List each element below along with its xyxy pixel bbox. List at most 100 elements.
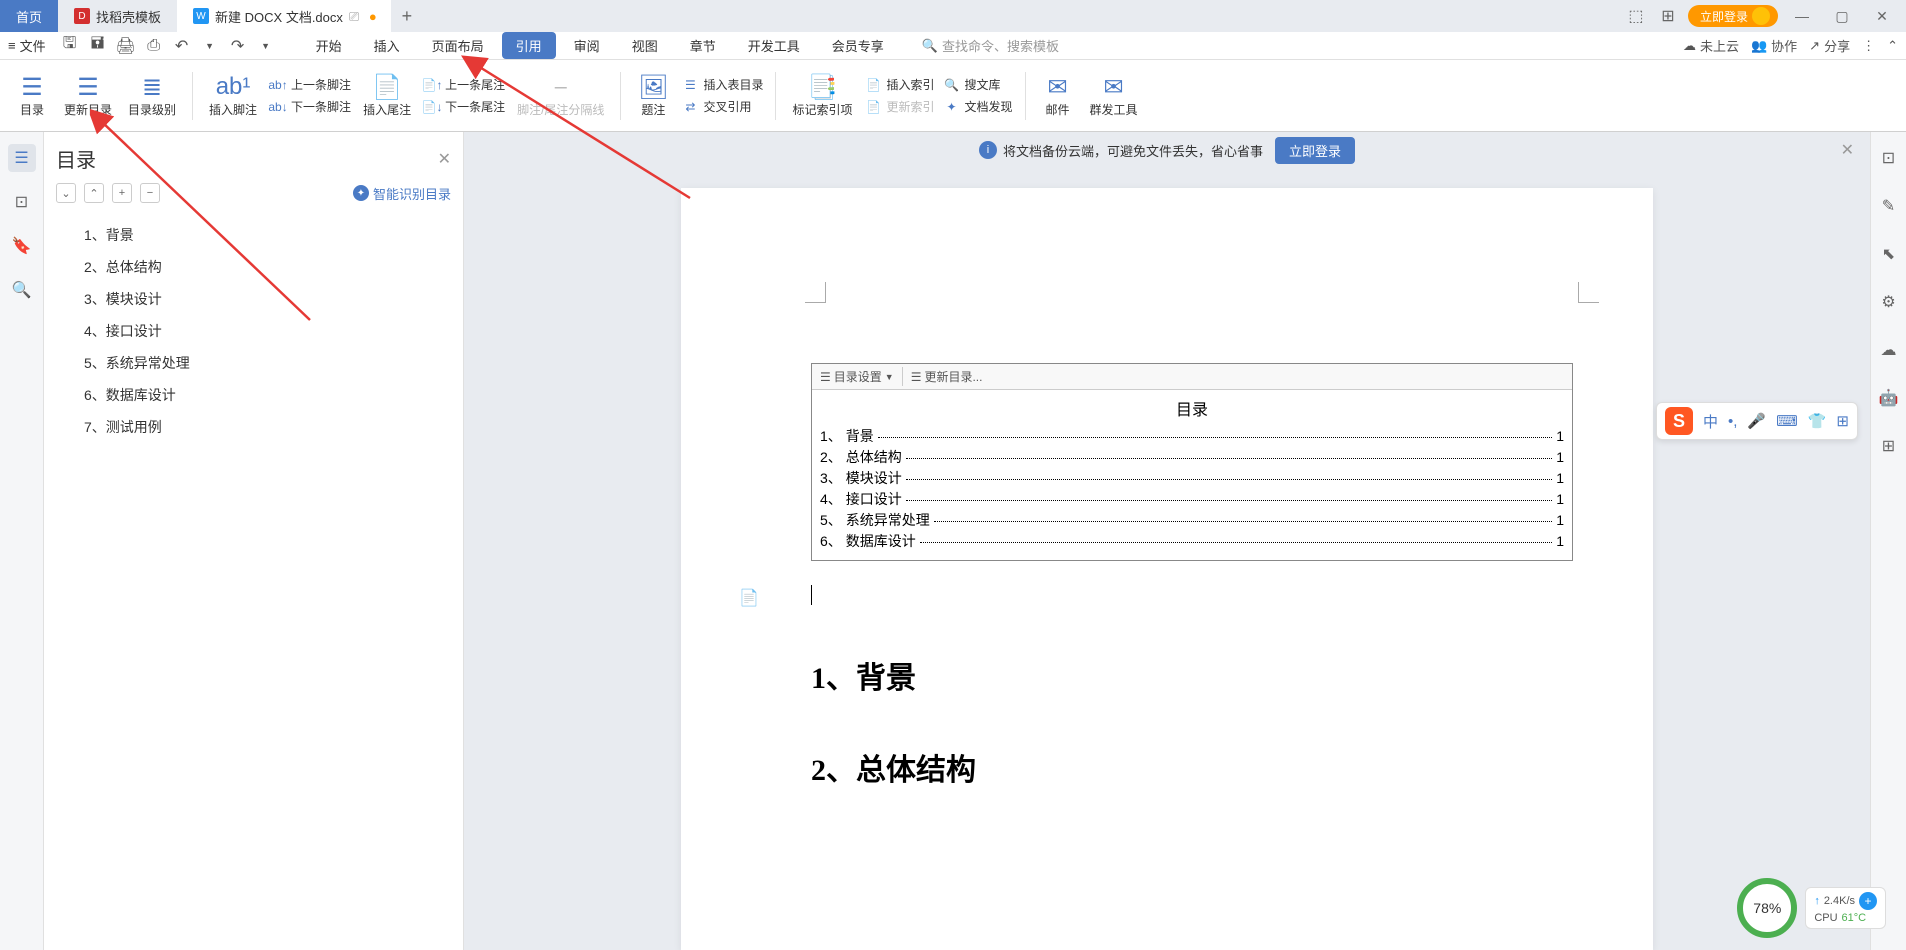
ime-toolbox-icon[interactable]: ⊞ [1836, 412, 1849, 430]
collab-button[interactable]: 👥 协作 [1751, 36, 1797, 55]
outline-item[interactable]: 1、背景 [56, 219, 451, 251]
search-docs-button[interactable]: 🔍搜文库 [942, 76, 1012, 94]
outline-rail-button[interactable]: ☰ [8, 144, 36, 172]
print-icon[interactable]: 🖨 [114, 34, 138, 58]
update-toc-button[interactable]: ☰ 更新目录 [60, 71, 116, 120]
doc-discover-button[interactable]: ✦文档发现 [942, 98, 1012, 116]
monitor-icon[interactable]: ⎚ [349, 9, 363, 23]
ime-lang[interactable]: 中 [1703, 411, 1718, 432]
tab-references[interactable]: 引用 [502, 32, 556, 59]
file-menu[interactable]: ≡ 文件 [8, 36, 46, 55]
layout-icon[interactable]: ⬚ [1624, 4, 1648, 28]
new-tab-button[interactable]: + [391, 6, 423, 27]
system-monitor[interactable]: 78% ↑ 2.4K/s + CPU 61°C [1737, 878, 1886, 938]
edit-icon[interactable]: ✎ [1875, 192, 1903, 220]
maximize-button[interactable]: ▢ [1826, 4, 1858, 28]
tab-start[interactable]: 开始 [302, 32, 356, 59]
expand-all-button[interactable]: ⌄ [56, 183, 76, 203]
tab-insert[interactable]: 插入 [360, 32, 414, 59]
prev-endnote-button[interactable]: 📄↑上一条尾注 [423, 76, 505, 94]
apps-icon[interactable]: ⊞ [1656, 4, 1680, 28]
toc-entry[interactable]: 5、系统异常处理1 [820, 510, 1564, 531]
toc-settings-button[interactable]: ☰目录设置▼ [816, 367, 898, 386]
share-button[interactable]: ↗ 分享 [1809, 36, 1850, 55]
outline-item[interactable]: 5、系统异常处理 [56, 347, 451, 379]
ime-punct-icon[interactable]: •, [1728, 413, 1737, 430]
ime-toolbar[interactable]: S 中 •, 🎤 ⌨ 👕 ⊞ [1656, 402, 1858, 440]
add-section-button[interactable]: + [112, 183, 132, 203]
cloud-close-button[interactable]: ✕ [1841, 140, 1854, 160]
grid-icon[interactable]: ⊞ [1875, 432, 1903, 460]
tab-page-layout[interactable]: 页面布局 [418, 32, 498, 59]
robot-icon[interactable]: 🤖 [1875, 384, 1903, 412]
prev-footnote-button[interactable]: ab↑上一条脚注 [269, 76, 351, 94]
mail-button[interactable]: ✉ 邮件 [1038, 71, 1078, 120]
insert-endnote-button[interactable]: 📄 插入尾注 [359, 71, 415, 120]
toc-entry[interactable]: 6、数据库设计1 [820, 531, 1564, 552]
outline-item[interactable]: 7、测试用例 [56, 411, 451, 443]
toc-field[interactable]: ☰目录设置▼ ☰更新目录... 目录 1、背景1 2、总体结构1 3、模块设计1… [811, 363, 1573, 561]
thumbnails-icon[interactable]: ⊡ [1875, 144, 1903, 172]
redo-icon[interactable]: ↷ [226, 34, 250, 58]
update-index-button[interactable]: 📄更新索引 [864, 98, 934, 116]
memory-ring[interactable]: 78% [1737, 878, 1797, 938]
ime-mic-icon[interactable]: 🎤 [1747, 412, 1766, 430]
collapse-all-button[interactable]: ⌃ [84, 183, 104, 203]
outline-item[interactable]: 2、总体结构 [56, 251, 451, 283]
save-icon[interactable]: 🖫 [58, 34, 82, 58]
sogou-logo-icon[interactable]: S [1665, 407, 1693, 435]
tab-template[interactable]: D 找稻壳模板 [58, 0, 177, 32]
command-search[interactable]: 🔍 查找命令、搜索模板 [922, 36, 1059, 55]
save-as-icon[interactable]: 🖬 [86, 34, 110, 58]
mark-index-button[interactable]: 📑 标记索引项 [788, 71, 856, 120]
outline-item[interactable]: 6、数据库设计 [56, 379, 451, 411]
tab-home[interactable]: 首页 [0, 0, 58, 32]
remove-section-button[interactable]: − [140, 183, 160, 203]
mass-tools-button[interactable]: ✉ 群发工具 [1086, 71, 1142, 120]
cloud-icon[interactable]: ☁ [1875, 336, 1903, 364]
undo-icon[interactable]: ↶ [170, 34, 194, 58]
document-scroll[interactable]: 📄 ☰目录设置▼ ☰更新目录... 目录 1、背景1 2、总体结构1 3、模块设… [464, 168, 1870, 950]
collapse-ribbon-icon[interactable]: ⌃ [1887, 38, 1898, 54]
toc-entry[interactable]: 4、接口设计1 [820, 489, 1564, 510]
toc-entry[interactable]: 2、总体结构1 [820, 447, 1564, 468]
heading-1[interactable]: 1、背景 [811, 653, 1623, 697]
cloud-login-button[interactable]: 立即登录 [1275, 137, 1355, 164]
cross-ref-button[interactable]: ⇄交叉引用 [681, 98, 763, 116]
page[interactable]: 📄 ☰目录设置▼ ☰更新目录... 目录 1、背景1 2、总体结构1 3、模块设… [681, 188, 1653, 950]
smart-toc-button[interactable]: ✦ 智能识别目录 [353, 184, 451, 203]
outline-item[interactable]: 4、接口设计 [56, 315, 451, 347]
insert-footnote-button[interactable]: ab¹ 插入脚注 [205, 71, 261, 120]
outline-item[interactable]: 3、模块设计 [56, 283, 451, 315]
toc-entry[interactable]: 1、背景1 [820, 426, 1564, 447]
settings-icon[interactable]: ⚙ [1875, 288, 1903, 316]
insert-fig-toc-button[interactable]: ☰插入表目录 [681, 76, 763, 94]
paragraph-icon[interactable]: 📄 [739, 588, 759, 608]
preview-icon[interactable]: ⎙ [142, 34, 166, 58]
next-endnote-button[interactable]: 📄↓下一条尾注 [423, 98, 505, 116]
toc-update-button[interactable]: ☰更新目录... [907, 367, 987, 386]
add-widget-button[interactable]: + [1859, 892, 1877, 910]
caption-button[interactable]: 🖼 题注 [633, 71, 673, 120]
close-button[interactable]: ✕ [1866, 4, 1898, 28]
select-icon[interactable]: ⬉ [1875, 240, 1903, 268]
toc-button[interactable]: ☰ 目录 [12, 71, 52, 120]
tab-chapter[interactable]: 章节 [676, 32, 730, 59]
heading-2[interactable]: 2、总体结构 [811, 745, 1623, 789]
tab-document[interactable]: W 新建 DOCX 文档.docx ⎚ ● [177, 0, 391, 32]
redo-dropdown-icon[interactable]: ▼ [254, 34, 278, 58]
close-outline-button[interactable]: ✕ [438, 149, 451, 169]
bookmark-rail-button[interactable]: 🔖 [8, 232, 36, 260]
ime-keyboard-icon[interactable]: ⌨ [1776, 412, 1798, 430]
insert-index-button[interactable]: 📄插入索引 [864, 76, 934, 94]
login-button[interactable]: 立即登录 [1688, 5, 1778, 27]
toc-level-button[interactable]: ≣ 目录级别 [124, 71, 180, 120]
undo-dropdown-icon[interactable]: ▼ [198, 34, 222, 58]
separator-line-button[interactable]: ⎯ 脚注/尾注分隔线 [513, 71, 608, 120]
ime-skin-icon[interactable]: 👕 [1808, 412, 1827, 430]
next-footnote-button[interactable]: ab↓下一条脚注 [269, 98, 351, 116]
tab-review[interactable]: 审阅 [560, 32, 614, 59]
tab-member[interactable]: 会员专享 [818, 32, 898, 59]
toc-entry[interactable]: 3、模块设计1 [820, 468, 1564, 489]
tab-view[interactable]: 视图 [618, 32, 672, 59]
